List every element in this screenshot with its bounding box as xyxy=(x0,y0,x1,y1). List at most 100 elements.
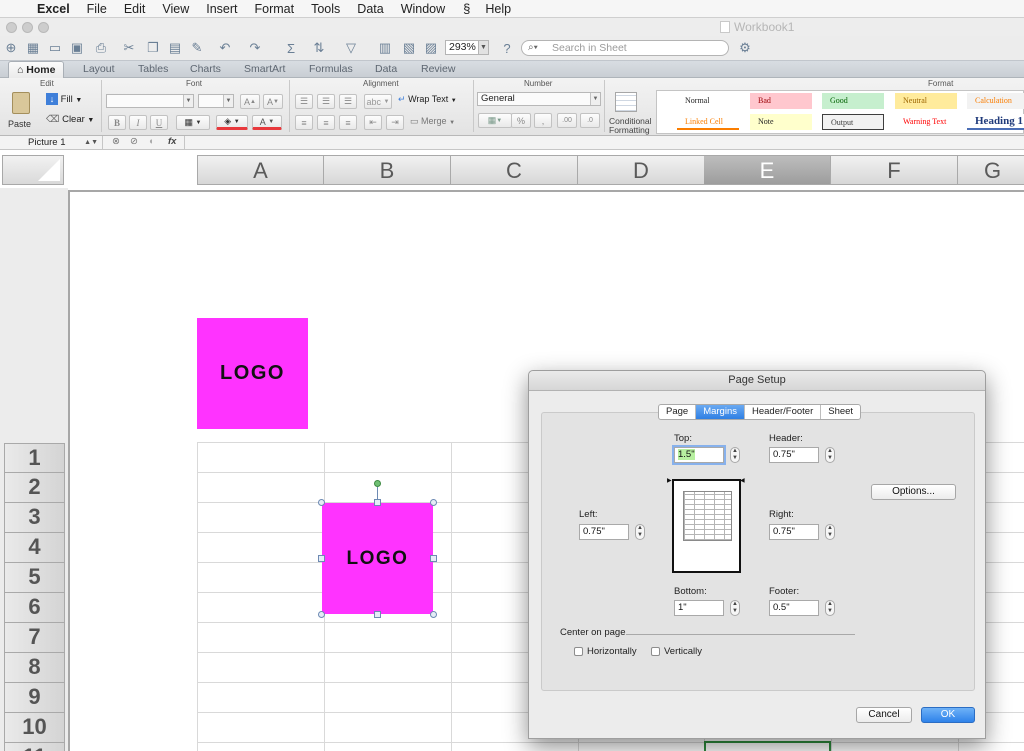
row-header-8[interactable]: 8 xyxy=(4,653,65,683)
conditional-formatting-button[interactable]: Conditional Formatting xyxy=(609,92,655,135)
align-center-button[interactable]: ≡ xyxy=(317,115,335,130)
select-all-button[interactable] xyxy=(2,155,64,185)
name-box[interactable]: Picture 1 ▲▼ xyxy=(0,136,103,149)
increase-font-size-button[interactable]: A ▲ xyxy=(240,94,260,109)
tab-charts[interactable]: Charts xyxy=(190,63,221,75)
close-window-button[interactable] xyxy=(6,22,17,33)
bottom-margin-field[interactable]: 1" xyxy=(674,600,724,616)
align-middle-button[interactable]: ☰ xyxy=(317,94,335,109)
zoom-select[interactable]: 293% ▼ xyxy=(445,40,489,55)
menu-insert[interactable]: Insert xyxy=(199,2,247,16)
menu-excel[interactable]: Excel xyxy=(30,2,80,16)
new-from-template-icon[interactable]: ⊕ xyxy=(2,39,20,57)
resize-handle-bottom[interactable] xyxy=(374,611,381,618)
top-margin-field[interactable]: 1.5" xyxy=(674,447,724,463)
style-output[interactable]: Output xyxy=(822,114,884,130)
resize-handle-top[interactable] xyxy=(374,499,381,506)
number-format-select[interactable]: General ▼ xyxy=(477,92,601,106)
tab-smartart[interactable]: SmartArt xyxy=(244,63,285,75)
menu-file[interactable]: File xyxy=(80,2,117,16)
tab-sheet[interactable]: Sheet xyxy=(821,405,860,419)
column-header-a[interactable]: A xyxy=(197,155,324,185)
autosum-icon[interactable]: Σ xyxy=(282,39,300,57)
bottom-margin-stepper[interactable]: ▲ ▼ xyxy=(730,600,740,616)
open-icon[interactable]: ▭ xyxy=(46,39,64,57)
row-header-11[interactable]: 11 xyxy=(4,743,65,751)
menu-data[interactable]: Data xyxy=(350,2,393,16)
menu-view[interactable]: View xyxy=(155,2,199,16)
paste-icon[interactable]: ▤ xyxy=(166,39,184,57)
paste-button[interactable]: Paste xyxy=(6,92,40,132)
decrease-font-size-button[interactable]: A ▼ xyxy=(263,94,283,109)
resize-handle-left[interactable] xyxy=(318,555,325,562)
tab-page[interactable]: Page xyxy=(659,405,697,419)
wrap-text-button[interactable]: ↵ Wrap Text ▼ xyxy=(398,94,470,109)
font-color-button[interactable]: A ▼ xyxy=(252,115,282,130)
header-margin-stepper[interactable]: ▲ ▼ xyxy=(825,447,835,463)
sort-icon[interactable]: ⇅ xyxy=(310,39,328,57)
left-margin-field[interactable]: 0.75" xyxy=(579,524,629,540)
column-header-b[interactable]: B xyxy=(324,155,451,185)
top-margin-stepper[interactable]: ▲ ▼ xyxy=(730,447,740,463)
borders-button[interactable]: ▦ ▼ xyxy=(176,115,210,130)
copy-icon[interactable]: ❐ xyxy=(144,39,162,57)
format-painter-icon[interactable]: ✎ xyxy=(188,39,206,57)
menu-window[interactable]: Window xyxy=(394,2,455,16)
right-margin-stepper[interactable]: ▲ ▼ xyxy=(825,524,835,540)
new-workbook-icon[interactable]: ▦ xyxy=(24,39,42,57)
tab-margins[interactable]: Margins xyxy=(696,405,745,419)
rotate-handle[interactable] xyxy=(374,480,381,487)
cancel-entry-icon[interactable]: ⊗ xyxy=(112,136,120,147)
column-header-g[interactable]: G xyxy=(958,155,1024,185)
redo-icon[interactable]: ↷ xyxy=(246,39,264,57)
resize-handle-right[interactable] xyxy=(430,555,437,562)
save-icon[interactable]: ▣ xyxy=(68,39,86,57)
row-header-7[interactable]: 7 xyxy=(4,623,65,653)
row-header-9[interactable]: 9 xyxy=(4,683,65,713)
vertically-checkbox[interactable] xyxy=(651,647,660,656)
enter-entry-icon[interactable]: ⊘ xyxy=(130,136,138,147)
accounting-format-button[interactable]: ▦ ▼ xyxy=(478,113,512,128)
style-warning-text[interactable]: Warning Text xyxy=(895,114,957,130)
tab-tables[interactable]: Tables xyxy=(138,63,168,75)
style-calculation[interactable]: Calculation xyxy=(967,93,1024,109)
column-header-d[interactable]: D xyxy=(578,155,705,185)
underline-button[interactable]: U xyxy=(150,115,168,130)
right-margin-field[interactable]: 0.75" xyxy=(769,524,819,540)
row-header-6[interactable]: 6 xyxy=(4,593,65,623)
decrease-decimal-button[interactable]: .0 xyxy=(580,113,600,128)
font-name-select[interactable]: ▼ xyxy=(106,94,194,108)
tab-header-footer[interactable]: Header/Footer xyxy=(745,405,822,419)
merge-button[interactable]: ▭ Merge ▼ xyxy=(410,116,472,131)
script-icon[interactable]: § xyxy=(455,1,478,16)
style-note[interactable]: Note xyxy=(750,114,812,130)
tab-home[interactable]: ⌂ Home xyxy=(8,61,65,79)
decrease-indent-button[interactable]: ⇤ xyxy=(364,115,382,130)
minimize-window-button[interactable] xyxy=(22,22,33,33)
left-margin-stepper[interactable]: ▲ ▼ xyxy=(635,524,645,540)
picture-1[interactable]: LOGO xyxy=(322,503,433,614)
column-header-e[interactable]: E xyxy=(704,155,831,185)
resize-handle-top-left[interactable] xyxy=(318,499,325,506)
row-header-1[interactable]: 1 xyxy=(4,443,65,473)
menu-help[interactable]: Help xyxy=(478,2,521,16)
style-linked-cell[interactable]: Linked Cell xyxy=(677,114,739,130)
insert-function-button[interactable]: fx xyxy=(168,136,176,147)
show-formula-icon[interactable]: ▨ xyxy=(422,39,440,57)
formula-input[interactable] xyxy=(184,136,1024,149)
footer-margin-stepper[interactable]: ▲ ▼ xyxy=(825,600,835,616)
menu-edit[interactable]: Edit xyxy=(117,2,156,16)
print-icon[interactable]: ⎙ xyxy=(92,39,110,57)
menu-tools[interactable]: Tools xyxy=(304,2,350,16)
column-header-f[interactable]: F xyxy=(831,155,958,185)
row-header-3[interactable]: 3 xyxy=(4,503,65,533)
gallery-icon[interactable]: ▥ xyxy=(376,39,394,57)
comma-style-button[interactable]: , xyxy=(534,113,552,128)
row-header-10[interactable]: 10 xyxy=(4,713,65,743)
row-header-2[interactable]: 2 xyxy=(4,473,65,503)
ok-button[interactable]: OK xyxy=(921,707,975,723)
text-orientation-button[interactable]: abc ▼ xyxy=(364,94,392,109)
filter-icon[interactable]: ▽ xyxy=(342,39,360,57)
italic-button[interactable]: I xyxy=(129,115,147,130)
options-button[interactable]: Options... xyxy=(871,484,956,500)
